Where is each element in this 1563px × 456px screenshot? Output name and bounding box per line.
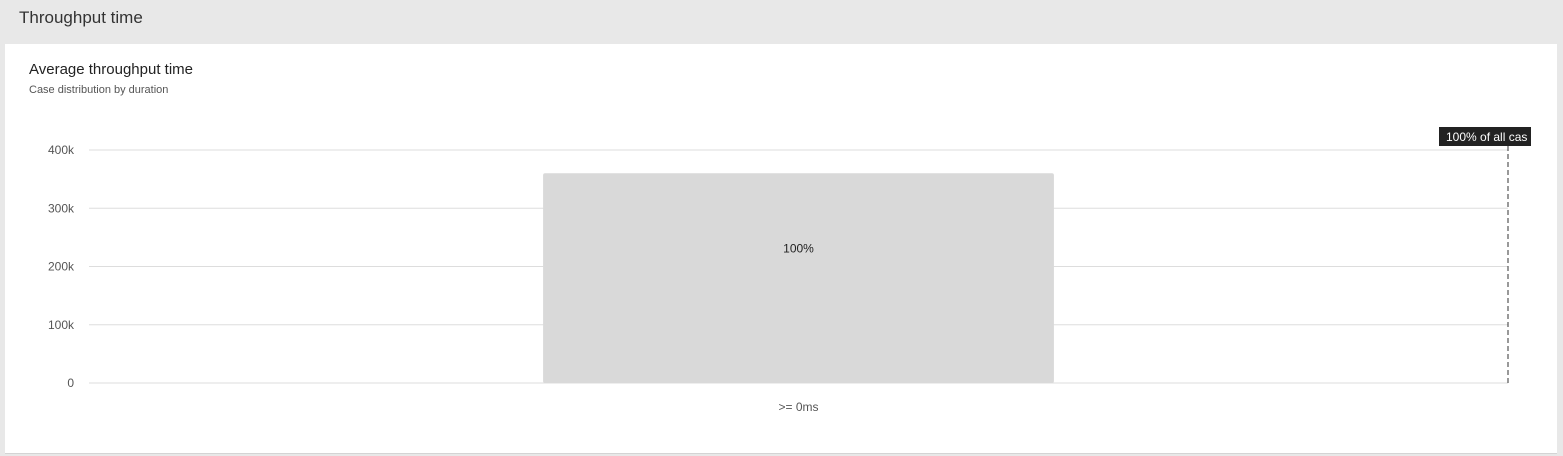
y-tick-label: 100k (48, 318, 75, 332)
y-tick-label: 200k (48, 260, 75, 274)
y-tick-label: 300k (48, 201, 75, 215)
x-tick-label: >= 0ms (778, 400, 818, 414)
throughput-chart: 0 100k 200k 300k 400k 100% >= 0ms 100% of all c… (48, 127, 1531, 414)
y-tick-label: 400k (48, 143, 75, 157)
bar (543, 173, 1054, 383)
bar-data-label: 100% (783, 241, 814, 255)
marker-label: 100% of all cas (1446, 130, 1527, 144)
y-tick-label: 0 (67, 376, 74, 390)
